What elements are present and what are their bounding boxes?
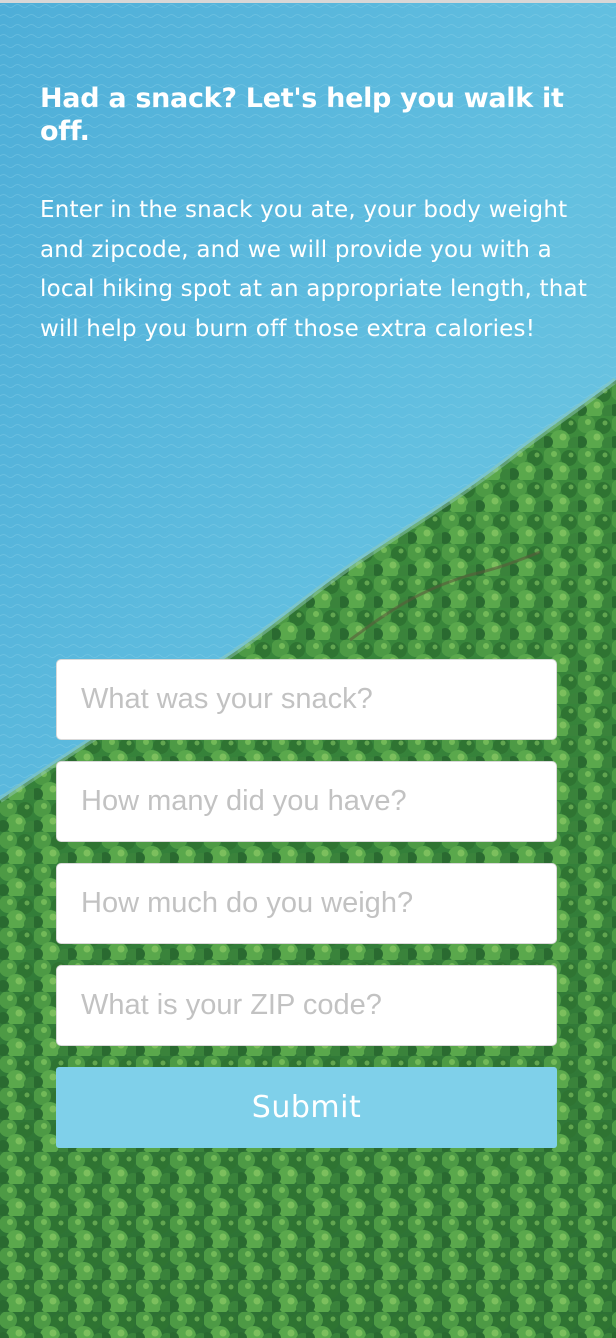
intro-text: Enter in the snack you ate, your body we… (40, 197, 588, 342)
quantity-input[interactable] (56, 761, 557, 842)
zip-code-input[interactable] (56, 965, 557, 1046)
top-divider (0, 0, 616, 3)
page: Had a snack? Let's help you walk it off.… (0, 0, 616, 1338)
weight-input[interactable] (56, 863, 557, 944)
submit-button[interactable]: Submit (56, 1067, 557, 1148)
snack-input[interactable] (56, 659, 557, 740)
page-title: Had a snack? Let's help you walk it off. (40, 83, 564, 147)
snack-form: Submit (56, 659, 557, 1148)
